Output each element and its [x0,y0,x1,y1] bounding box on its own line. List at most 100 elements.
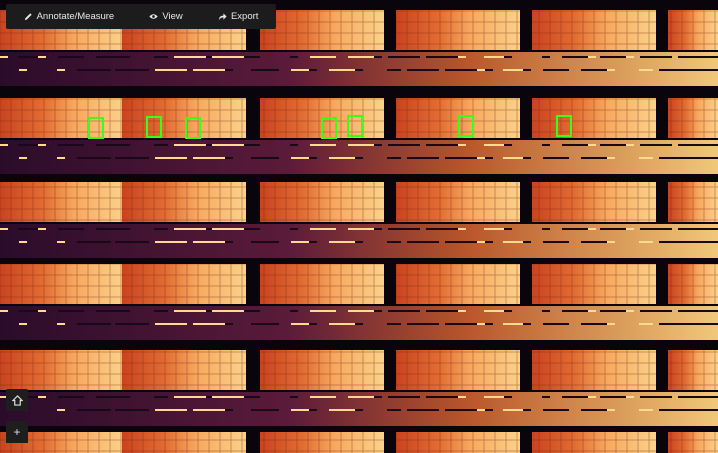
ground-texture [581,241,607,243]
panel-cell-grid [396,10,520,50]
ground-texture [678,144,710,146]
ground-texture [38,396,46,398]
ground-texture [426,310,458,312]
ground-texture [252,56,260,58]
ground-texture [406,228,420,230]
ground-texture [19,69,27,71]
panel-cell-grid [668,182,718,222]
view-button[interactable]: View [149,11,183,22]
ground-texture [562,396,588,398]
ground-texture [77,323,103,325]
ground-texture [406,310,420,312]
ground-texture [600,396,626,398]
ground-texture [697,241,718,243]
ground-texture [445,241,477,243]
ground-texture [504,396,512,398]
ground-texture [697,323,718,325]
ground-texture [193,69,225,71]
ground-texture [659,409,691,411]
ground-texture [0,144,8,146]
ground-texture [407,69,439,71]
zoom-in-label: + [13,425,21,439]
pencil-icon [24,13,32,21]
ground-texture [329,323,355,325]
ground-texture [426,228,458,230]
ground-texture [348,228,374,230]
panel-cell-grid [532,10,656,50]
ground-texture [543,323,569,325]
ground-texture [115,241,141,243]
thermal-image-viewer[interactable] [0,0,718,453]
ground-texture [678,310,710,312]
annotate-measure-button[interactable]: Annotate/Measure [24,11,114,22]
ground-texture [445,323,477,325]
ground-texture [212,396,244,398]
ground-texture [77,69,103,71]
home-view-button[interactable] [6,389,28,411]
ground-texture [678,56,710,58]
ground-texture [0,228,8,230]
zoom-in-button[interactable]: + [6,421,28,443]
ground-texture [154,396,168,398]
ground-texture [174,396,206,398]
ground-texture [581,157,607,159]
ground-texture [581,409,607,411]
ground-texture [252,396,260,398]
ground-texture [639,69,653,71]
ground-texture [523,69,531,71]
ground-texture [445,157,477,159]
ground-texture [329,409,355,411]
ground-texture [426,396,458,398]
ground-texture [426,144,458,146]
ground-texture [503,157,523,159]
ground-texture [503,409,523,411]
panel-cell-grid [122,432,246,453]
ground-texture [407,157,439,159]
ground-texture [251,409,271,411]
ground-texture [154,144,168,146]
panel-cell-grid [260,182,384,222]
ground-texture [543,409,569,411]
ground-texture [38,144,46,146]
ground-texture [484,56,504,58]
ground-texture [562,310,588,312]
ground-texture [115,69,141,71]
ground-texture [174,310,206,312]
ground-texture [271,323,279,325]
panel-cell-grid [532,350,656,390]
ground-texture [155,157,187,159]
ground-texture [58,396,84,398]
ground-texture [639,241,653,243]
ground-texture [271,69,279,71]
ground-texture [309,241,317,243]
ground-texture [659,323,691,325]
ground-texture [58,310,84,312]
ground-texture [504,310,512,312]
panel-cell-grid [532,182,656,222]
ground-texture [523,241,531,243]
ground-texture [19,323,27,325]
ground-texture [407,323,439,325]
ground-texture [290,396,298,398]
ground-texture [58,56,84,58]
ground-texture [639,323,653,325]
ground-texture [212,310,244,312]
panel-cell-grid [260,10,384,50]
eye-icon [149,14,158,19]
ground-texture [271,409,279,411]
ground-texture [309,157,317,159]
ground-texture [543,241,569,243]
ground-texture [523,323,531,325]
ground-texture [174,56,206,58]
ground-texture [77,157,103,159]
ground-texture [600,228,626,230]
ground-texture [310,228,336,230]
ground-texture [96,144,122,146]
ground-texture [504,56,512,58]
ground-texture [310,144,336,146]
ground-texture [57,69,65,71]
ground-texture [406,396,420,398]
ground-texture [193,157,225,159]
panel-cell-grid [396,432,520,453]
export-button[interactable]: Export [218,11,258,22]
